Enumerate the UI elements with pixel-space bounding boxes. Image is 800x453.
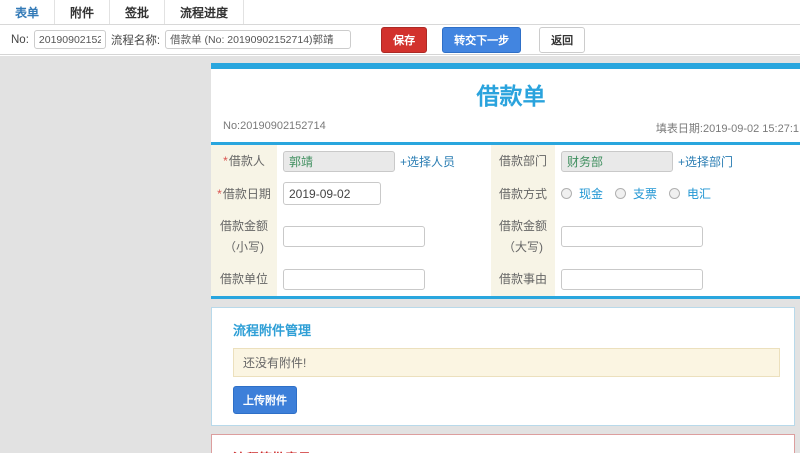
process-name-label: 流程名称: [110, 34, 161, 47]
tab-bar: 表单 附件 签批 流程进度 [0, 0, 800, 25]
back-button[interactable]: 返回 [539, 26, 586, 53]
borrower-field: +选择人员 [277, 145, 491, 178]
app-window: 表单 附件 签批 流程进度 No: 流程名称: 保存 转交下一步 返回 借款单 … [0, 0, 800, 453]
borrower-label: *借款人 [211, 145, 277, 178]
attachments-heading: 流程附件管理 [233, 322, 312, 338]
department-label: 借款部门 [491, 145, 555, 178]
loan-reason-input[interactable] [561, 268, 703, 290]
amount-upper-label: 借款金额（大写) [491, 210, 555, 264]
no-attachments-alert: 还没有附件! [233, 347, 780, 377]
form-grid: *借款人 +选择人员 借款部门 +选择部门 *借款日期 [211, 145, 800, 299]
department-input[interactable] [561, 150, 673, 172]
radio-cash-label[interactable]: 现金 [579, 185, 603, 202]
upload-attachment-button[interactable]: 上传附件 [233, 385, 297, 414]
no-label: No: [11, 33, 29, 46]
amount-upper-field [555, 210, 800, 264]
document-area: 借款单 No:20190902152714 填表日期:2019-09-02 15… [211, 56, 800, 453]
loan-unit-label: 借款单位 [211, 263, 277, 296]
form-meta-row: No:20190902152714 填表日期:2019-09-02 15:27:… [211, 120, 800, 145]
select-person-link[interactable]: +选择人员 [400, 153, 455, 170]
save-button[interactable]: 保存 [381, 26, 428, 53]
required-mark: * [223, 154, 228, 168]
borrower-input[interactable] [283, 150, 395, 172]
process-name-input[interactable] [165, 30, 352, 49]
required-mark: * [217, 186, 222, 201]
approval-heading: 流程签批意见 [233, 448, 794, 453]
loan-date-field [277, 177, 491, 211]
page-title: 借款单 [476, 83, 546, 109]
radio-cash[interactable] [561, 188, 572, 200]
workspace: 借款单 No:20190902152714 填表日期:2019-09-02 15… [0, 56, 800, 453]
tab-attachments[interactable]: 附件 [55, 0, 111, 24]
loan-reason-field [555, 263, 800, 296]
radio-check-label[interactable]: 支票 [633, 185, 657, 202]
tab-approval[interactable]: 签批 [110, 0, 166, 24]
loan-method-label: 借款方式 [491, 177, 555, 211]
action-bar: No: 流程名称: 保存 转交下一步 返回 [0, 25, 800, 55]
loan-unit-field [277, 263, 491, 296]
fill-date: 填表日期:2019-09-02 15:27:1 [655, 123, 799, 135]
attachments-panel: 流程附件管理 还没有附件! 上传附件 [211, 306, 795, 426]
forward-next-step-button[interactable]: 转交下一步 [442, 26, 522, 53]
amount-lower-label: 借款金额（小写) [211, 210, 277, 264]
loan-form-panel: 借款单 No:20190902152714 填表日期:2019-09-02 15… [211, 63, 800, 299]
no-input[interactable] [33, 30, 106, 49]
document-number: No:20190902152714 [223, 120, 326, 132]
department-field: +选择部门 [555, 145, 800, 178]
radio-wire[interactable] [669, 188, 681, 200]
tab-progress[interactable]: 流程进度 [165, 0, 245, 24]
amount-upper-input[interactable] [561, 226, 703, 248]
approval-comments-panel: 流程签批意见 B I abc [211, 433, 795, 453]
tab-form[interactable]: 表单 [0, 0, 56, 24]
loan-unit-input[interactable] [283, 268, 425, 290]
amount-lower-field [277, 210, 491, 264]
loan-method-field: 现金 支票 电汇 [555, 177, 800, 211]
radio-check[interactable] [615, 188, 627, 200]
loan-date-input[interactable] [283, 182, 381, 206]
loan-reason-label: 借款事由 [491, 263, 555, 296]
loan-date-label: *借款日期 [211, 177, 277, 211]
select-department-link[interactable]: +选择部门 [678, 153, 733, 170]
radio-wire-label[interactable]: 电汇 [687, 185, 711, 202]
amount-lower-input[interactable] [283, 226, 425, 248]
